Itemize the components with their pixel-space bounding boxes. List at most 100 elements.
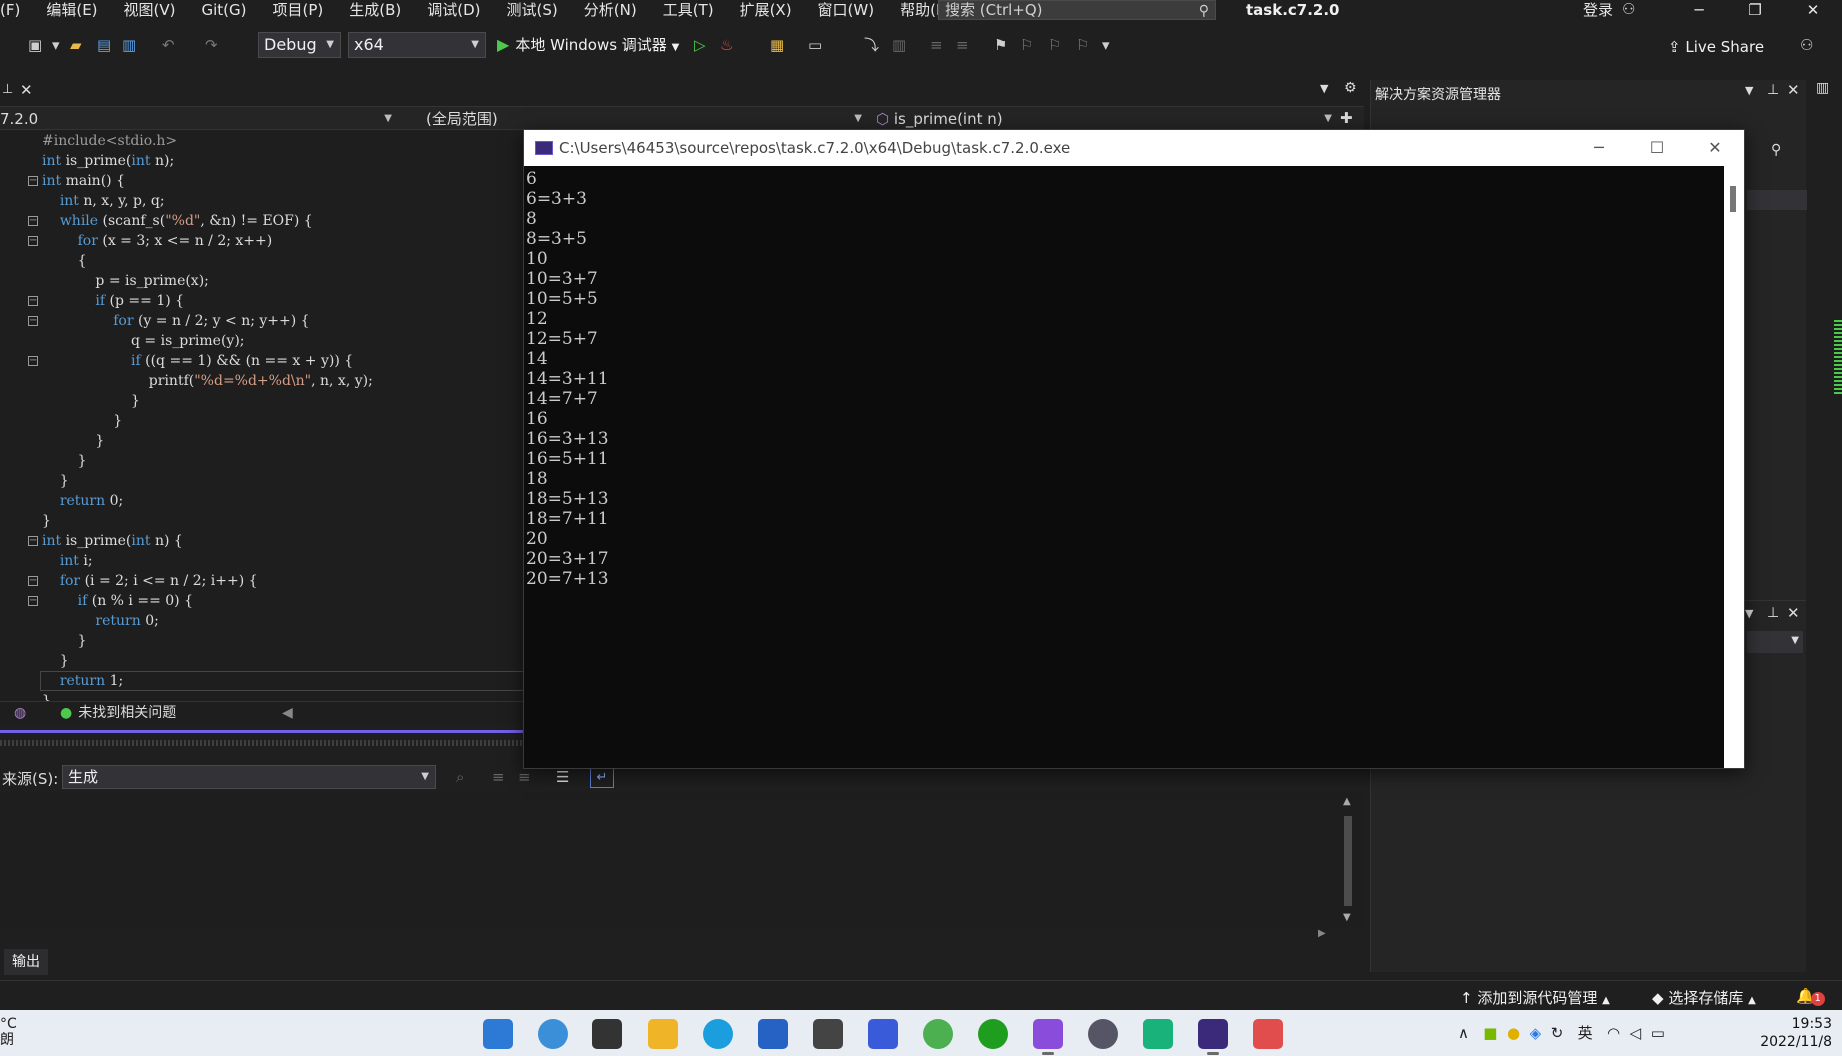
fold-toggle-icon[interactable]: − bbox=[28, 216, 38, 226]
hot-reload-icon[interactable]: ♨ bbox=[720, 34, 733, 56]
file-explorer-icon[interactable] bbox=[648, 1019, 678, 1049]
weather-widget[interactable]: °C 朗 bbox=[0, 1016, 17, 1048]
nvidia-icon[interactable]: ■ bbox=[1483, 1024, 1497, 1042]
output-source-select[interactable]: 生成 ▼ bbox=[62, 765, 436, 789]
visual-studio-icon[interactable] bbox=[1033, 1019, 1063, 1055]
prev-message-icon[interactable]: ≡ bbox=[492, 768, 505, 786]
issues-indicator[interactable]: ● 未找到相关问题 bbox=[60, 702, 176, 724]
unity-icon[interactable] bbox=[813, 1019, 843, 1049]
menu-item[interactable]: 扩展(X) bbox=[727, 0, 805, 20]
outdent-icon[interactable]: ≡ bbox=[956, 34, 969, 56]
fold-toggle-icon[interactable]: − bbox=[28, 316, 38, 326]
live-share-button[interactable]: ⇪ Live Share bbox=[1668, 36, 1764, 58]
scrollbar-thumb[interactable] bbox=[1730, 186, 1736, 212]
menu-item[interactable]: (F) bbox=[0, 0, 33, 20]
volume-icon[interactable]: ◁ bbox=[1630, 1024, 1642, 1042]
settings-icon[interactable]: ⚙ bbox=[1344, 80, 1357, 96]
indent-icon[interactable]: ≡ bbox=[930, 34, 943, 56]
new-project-icon[interactable]: ▣ bbox=[28, 34, 42, 56]
app-tray-icon[interactable]: ● bbox=[1507, 1024, 1520, 1042]
mathtype-icon[interactable] bbox=[868, 1019, 898, 1049]
fold-toggle-icon[interactable]: − bbox=[28, 536, 38, 546]
prev-bookmark-icon[interactable]: ⚐ bbox=[1020, 34, 1033, 56]
close-tab-icon[interactable]: ✕ bbox=[20, 81, 33, 99]
scrollbar-thumb[interactable] bbox=[1344, 816, 1352, 906]
store-icon[interactable] bbox=[758, 1019, 788, 1049]
restore-button[interactable]: ❐ bbox=[1732, 0, 1778, 20]
console-scrollbar[interactable] bbox=[1724, 166, 1744, 768]
save-icon[interactable]: ▤ bbox=[97, 34, 111, 56]
xbox-icon[interactable] bbox=[978, 1019, 1008, 1049]
selected-row[interactable] bbox=[1747, 190, 1807, 210]
search-input[interactable]: 搜索 (Ctrl+Q) ⚲ bbox=[938, 0, 1216, 20]
menu-item[interactable]: 测试(S) bbox=[494, 0, 571, 20]
account-icon[interactable]: ⚇ bbox=[1622, 0, 1635, 18]
start-without-debugging-icon[interactable]: ▷ bbox=[694, 34, 706, 56]
wifi-icon[interactable]: ◠ bbox=[1607, 1024, 1620, 1042]
console-taskbar-icon[interactable] bbox=[1198, 1019, 1228, 1055]
clear-bookmarks-icon[interactable]: ⚐ bbox=[1076, 34, 1089, 56]
undo-icon[interactable]: ↶ bbox=[162, 34, 175, 56]
panel-menu-icon[interactable]: ▼ bbox=[1745, 607, 1753, 620]
clear-all-icon[interactable]: ☰ bbox=[556, 768, 569, 786]
login-link[interactable]: 登录 bbox=[1583, 0, 1613, 20]
select-repo-button[interactable]: ◆ 选择存储库 ▲ bbox=[1652, 987, 1756, 1008]
toolbar-options-icon[interactable]: ▾ bbox=[1102, 34, 1110, 56]
console-window[interactable]: C:\Users\46453\source\repos\task.c7.2.0\… bbox=[523, 129, 1745, 769]
copilot-icon[interactable]: ◍ bbox=[14, 702, 26, 724]
search-icon[interactable] bbox=[538, 1019, 568, 1049]
console-minimize-button[interactable]: ─ bbox=[1570, 130, 1628, 166]
next-message-icon[interactable]: ≡ bbox=[518, 768, 531, 786]
pin-icon[interactable]: ⊥ bbox=[1767, 82, 1779, 98]
find-message-icon[interactable]: ⌕ bbox=[456, 768, 464, 786]
tab-list-icon[interactable]: ▼ bbox=[1320, 82, 1328, 95]
tab-output[interactable]: 输出 bbox=[4, 949, 48, 975]
configuration-select[interactable]: Debug ▼ bbox=[258, 32, 341, 58]
sync-icon[interactable]: ↻ bbox=[1551, 1024, 1564, 1042]
close-button[interactable]: ✕ bbox=[1790, 0, 1836, 20]
fold-toggle-icon[interactable]: − bbox=[28, 356, 38, 366]
menu-item[interactable]: 编辑(E) bbox=[33, 0, 110, 20]
source-code[interactable]: #include<stdio.h> int is_prime(int n); i… bbox=[42, 131, 373, 701]
fold-toggle-icon[interactable]: − bbox=[28, 236, 38, 246]
start-debugging-button[interactable]: ▶ 本地 Windows 调试器 ▼ bbox=[497, 32, 679, 58]
output-scrollbar[interactable]: ▲ ▼ bbox=[1340, 796, 1356, 926]
snipping-tool-icon[interactable] bbox=[1253, 1019, 1283, 1049]
fold-toggle-icon[interactable]: − bbox=[28, 296, 38, 306]
menu-item[interactable]: 分析(N) bbox=[571, 0, 650, 20]
settings-icon[interactable] bbox=[1088, 1019, 1118, 1049]
format-icon[interactable]: ▥ bbox=[892, 34, 906, 56]
dropdown-arrow-icon[interactable]: ▾ bbox=[52, 34, 60, 56]
redo-icon[interactable]: ↷ bbox=[205, 34, 218, 56]
scroll-right-icon[interactable]: ▶ bbox=[1318, 928, 1326, 939]
fold-toggle-icon[interactable]: − bbox=[28, 176, 38, 186]
clock[interactable]: 19:53 2022/11/8 bbox=[1742, 1015, 1832, 1051]
toolbox-icon[interactable]: ▥ bbox=[1816, 80, 1829, 96]
menu-item[interactable]: 窗口(W) bbox=[805, 0, 888, 20]
menu-item[interactable]: 调试(D) bbox=[414, 0, 493, 20]
close-panel-icon[interactable]: ✕ bbox=[1787, 81, 1800, 99]
console-close-button[interactable]: ✕ bbox=[1686, 130, 1744, 166]
layout-icon[interactable]: ▭ bbox=[808, 34, 822, 56]
scroll-down-icon[interactable]: ▼ bbox=[1343, 912, 1351, 923]
menu-item[interactable]: 工具(T) bbox=[650, 0, 727, 20]
close-panel-icon[interactable]: ✕ bbox=[1787, 604, 1800, 622]
console-title-bar[interactable]: C:\Users\46453\source\repos\task.c7.2.0\… bbox=[524, 130, 1744, 166]
solution-explorer-icon[interactable]: ▦ bbox=[770, 34, 784, 56]
split-icon[interactable]: ✚ bbox=[1340, 109, 1353, 127]
pycharm-icon[interactable] bbox=[1143, 1019, 1173, 1049]
battery-icon[interactable]: ▭ bbox=[1651, 1024, 1665, 1042]
panel-menu-icon[interactable]: ▼ bbox=[1745, 84, 1753, 97]
code-editor[interactable]: − − − − − − − − − #include<stdio.h> int … bbox=[0, 131, 524, 701]
fold-toggle-icon[interactable]: − bbox=[28, 596, 38, 606]
menu-item[interactable]: 生成(B) bbox=[336, 0, 414, 20]
platform-select[interactable]: x64 ▼ bbox=[348, 32, 486, 58]
scroll-left-icon[interactable]: ◀ bbox=[282, 702, 293, 724]
menu-item[interactable]: 视图(V) bbox=[111, 0, 189, 20]
save-all-icon[interactable]: ▥ bbox=[122, 34, 136, 56]
security-icon[interactable]: ◈ bbox=[1530, 1024, 1542, 1042]
task-view-icon[interactable] bbox=[592, 1019, 622, 1049]
fold-toggle-icon[interactable]: − bbox=[28, 576, 38, 586]
start-icon[interactable] bbox=[483, 1019, 513, 1049]
project-select[interactable]: 7.2.0 ▼ bbox=[0, 109, 396, 129]
